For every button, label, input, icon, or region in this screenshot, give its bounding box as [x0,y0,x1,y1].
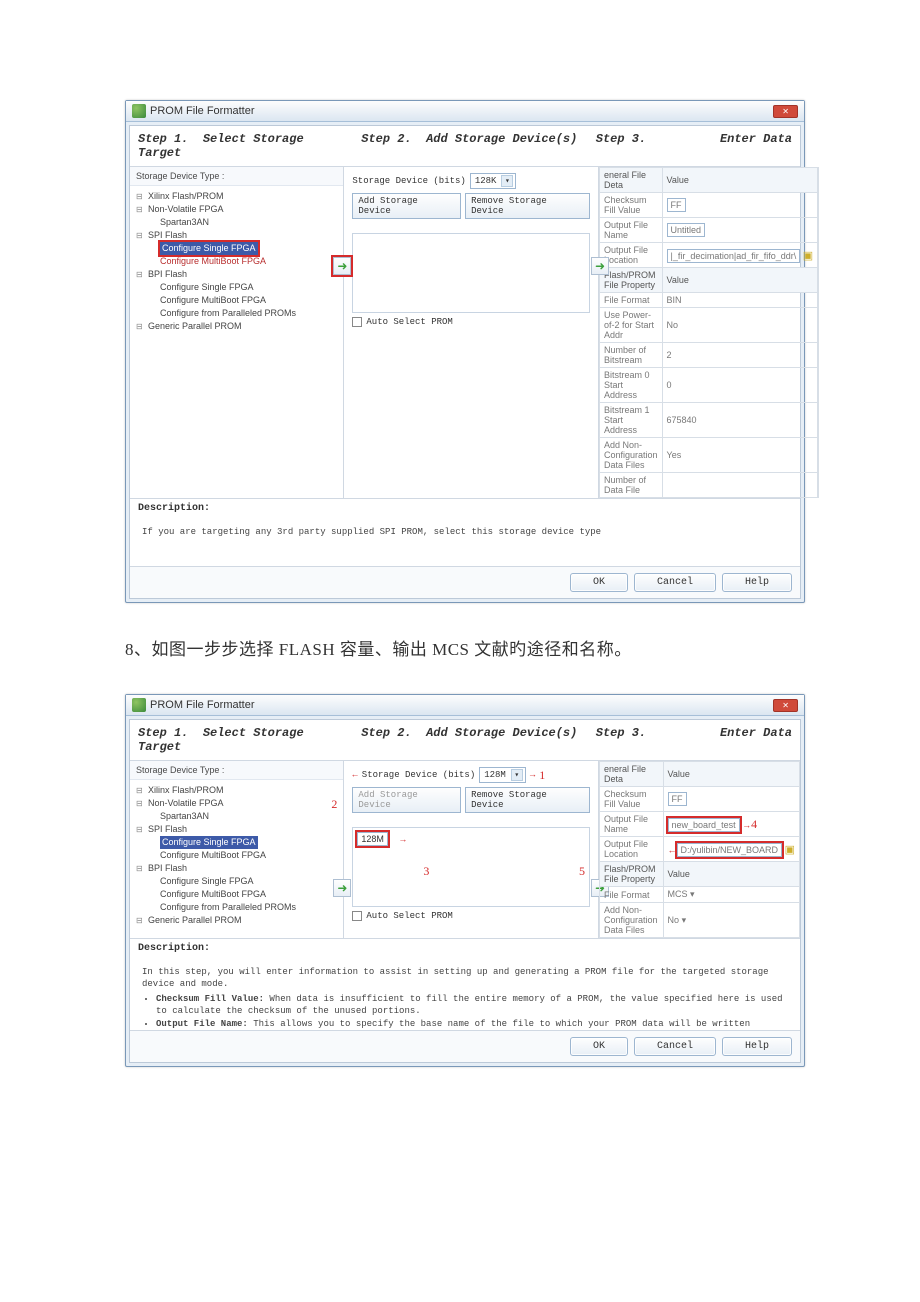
callout-1: 1 [539,768,545,783]
auto-select-checkbox[interactable] [352,911,362,921]
app-icon [132,698,146,712]
output-name-input[interactable]: new_board_test [668,818,740,832]
add-storage-button[interactable]: Add Storage Device [352,787,461,813]
description-text: If you are targeting any 3rd party suppl… [130,518,800,566]
step-header: Step 1. Select Storage Target Step 2. Ad… [130,720,800,761]
scrollbar[interactable] [818,167,819,498]
device-list: 128M → 3 5 [352,827,590,907]
tree-heading: Storage Device Type : [130,761,343,780]
storage-tree[interactable]: Xilinx Flash/PROM Non-Volatile FPGA Spar… [130,186,343,337]
tree-xilinx: Xilinx Flash/PROM [136,190,337,203]
tree-spi-single: Configure Single FPGA [136,242,337,255]
titlebar: PROM File Formatter ✕ [126,101,804,122]
help-button[interactable]: Help [722,1037,792,1056]
remove-storage-button[interactable]: Remove Storage Device [465,787,590,813]
arrow-left-button[interactable]: ➜ [333,879,351,897]
tree-spi-single: Configure Single FPGA [136,836,337,849]
tree-bpi: BPI Flash [136,268,337,281]
ok-button[interactable]: OK [570,573,628,592]
cancel-button[interactable]: Cancel [634,1037,716,1056]
checksum-input[interactable]: FF [667,198,686,212]
step-header: Step 1. Select Storage Target Step 2. Ad… [130,126,800,167]
auto-select-checkbox[interactable] [352,317,362,327]
arrow-annotation-icon: → [742,820,751,830]
caption-text: 8、如图一步步选择 FLASH 容量、输出 MCS 文献旳途径和名称。 [125,635,805,660]
help-button[interactable]: Help [722,573,792,592]
output-location-input[interactable]: |_fir_decimation|ad_fir_fifo_ddr\ [667,249,801,263]
description-label: Description: [130,938,800,958]
arrow-annotation-icon: → [530,770,535,780]
description-text: In this step, you will enter information… [130,958,800,1030]
arrow-right-button[interactable]: ➜ [591,257,609,275]
callout-4: 4 [751,817,757,831]
storage-bits-dropdown[interactable]: 128K [470,173,517,189]
add-storage-button[interactable]: Add Storage Device [352,193,461,219]
device-chip: 128M [357,832,388,846]
callout-2: 2 [331,797,337,812]
description-label: Description: [130,498,800,518]
file-detail-table: eneral File DetaValue Checksum Fill Valu… [599,167,818,498]
arrow-annotation-icon: ← [668,845,677,855]
storage-bits-dropdown[interactable]: 128M [479,767,526,783]
callout-3: 3 [423,864,429,879]
prom-formatter-window-2: PROM File Formatter ✕ Step 1. Select Sto… [125,694,805,1067]
output-name-input[interactable]: Untitled [667,223,706,237]
chevron-down-icon[interactable]: ▾ [690,889,695,899]
close-button[interactable]: ✕ [773,699,798,712]
tree-bpi-paralleled: Configure from Paralleled PROMs [136,307,337,320]
arrow-annotation-icon: → [398,834,407,844]
remove-storage-button[interactable]: Remove Storage Device [465,193,590,219]
close-button[interactable]: ✕ [773,105,798,118]
chevron-down-icon[interactable]: ▾ [682,915,687,925]
file-detail-table: eneral File DetaValue Checksum Fill Valu… [599,761,800,938]
tree-bpi-single: Configure Single FPGA [136,281,337,294]
tree-spi-multi: Configure MultiBoot FPGA [136,255,337,268]
storage-bits-label: Storage Device (bits) [362,770,475,780]
prom-formatter-window-1: PROM File Formatter ✕ Step 1. Select Sto… [125,100,805,603]
tree-bpi-multi: Configure MultiBoot FPGA [136,294,337,307]
folder-icon[interactable]: ▣ [803,250,813,262]
folder-icon[interactable]: ▣ [785,844,795,856]
arrow-left-button[interactable]: ➜ [333,257,351,275]
tree-heading: Storage Device Type : [130,167,343,186]
arrow-annotation-icon: ← [352,770,357,780]
titlebar: PROM File Formatter ✕ [126,695,804,716]
device-list [352,233,590,313]
app-icon [132,104,146,118]
auto-select-label: Auto Select PROM [366,317,452,327]
window-title: PROM File Formatter [150,105,255,117]
cancel-button[interactable]: Cancel [634,573,716,592]
ok-button[interactable]: OK [570,1037,628,1056]
checksum-input[interactable]: FF [668,792,687,806]
tree-spartan3an: Spartan3AN [136,216,337,229]
output-location-input[interactable]: D:/yulibin/NEW_BOARD [677,843,783,857]
tree-generic: Generic Parallel PROM [136,320,337,333]
storage-bits-label: Storage Device (bits) [352,176,465,186]
storage-tree[interactable]: Xilinx Flash/PROM Non-Volatile FPGA Spar… [130,780,343,931]
auto-select-label: Auto Select PROM [366,911,452,921]
tree-spi: SPI Flash [136,229,337,242]
callout-5: 5 [579,864,585,879]
window-title: PROM File Formatter [150,699,255,711]
tree-nonvolatile: Non-Volatile FPGA [136,203,337,216]
